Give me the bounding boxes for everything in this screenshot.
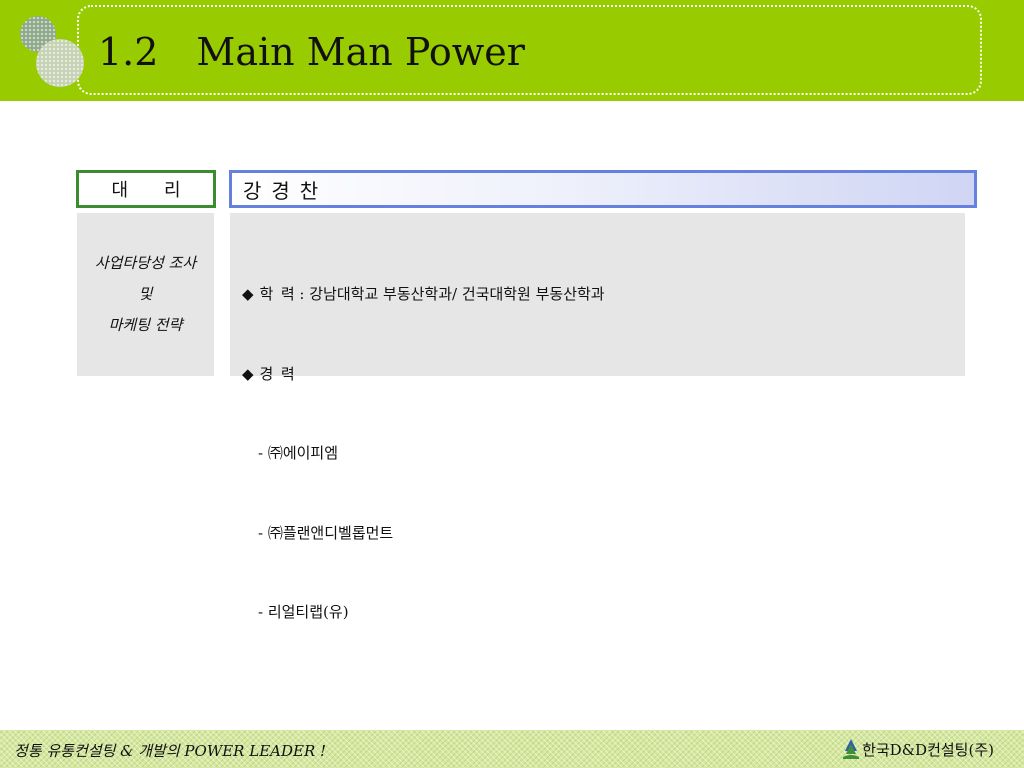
footer-bar: 정통 유통컨설팅 & 개발의 POWER LEADER ! 한국D&D컨설팅(주… bbox=[0, 730, 1024, 768]
education-label: 학 력 bbox=[259, 285, 295, 303]
career-label: 경 력 bbox=[259, 364, 295, 383]
responsibility-line-3: 마케팅 전략 bbox=[108, 316, 183, 334]
career-item: - 리얼티랩(유) bbox=[258, 603, 349, 621]
responsibility-line-1: 사업타당성 조사 bbox=[94, 254, 197, 272]
responsibility-panel: 사업타당성 조사 및 마케팅 전략 bbox=[77, 213, 214, 376]
career-row: ◆ 경 력 bbox=[242, 361, 605, 388]
details-list: ◆ 학 력 : 강남대학교 부동산학과/ 건국대학원 부동산학과 ◆ 경 력 - ㈜… bbox=[242, 228, 605, 679]
details-panel: ◆ 학 력 : 강남대학교 부동산학과/ 건국대학원 부동산학과 ◆ 경 력 - ㈜… bbox=[230, 213, 965, 621]
footer-slogan: 정통 유통컨설팅 & 개발의 POWER LEADER ! bbox=[14, 742, 327, 760]
diamond-bullet-icon: ◆ bbox=[242, 285, 254, 303]
header-band: 1.2 Main Man Power bbox=[0, 0, 1024, 101]
education-row: ◆ 학 력 : 강남대학교 부동산학과/ 건국대학원 부동산학과 bbox=[242, 281, 605, 308]
person-name: 강 경 찬 bbox=[229, 170, 977, 208]
position-badge: 대 리 bbox=[76, 170, 216, 208]
company-logo-icon bbox=[843, 739, 860, 759]
page-title: 1.2 Main Man Power bbox=[98, 30, 525, 74]
education-value: 강남대학교 부동산학과/ 건국대학원 부동산학과 bbox=[309, 285, 605, 303]
decorative-circle-large bbox=[36, 39, 84, 87]
career-item: - ㈜플랜앤디벨롭먼트 bbox=[258, 523, 394, 542]
company-name: 한국D&D컨설팅(주) bbox=[862, 740, 994, 759]
diamond-bullet-icon: ◆ bbox=[242, 364, 254, 383]
career-item: - ㈜에이피엠 bbox=[258, 444, 339, 462]
company-brand: 한국D&D컨설팅(주) bbox=[842, 738, 994, 760]
education-separator: : bbox=[294, 285, 310, 303]
responsibility-line-2: 및 bbox=[138, 285, 153, 303]
